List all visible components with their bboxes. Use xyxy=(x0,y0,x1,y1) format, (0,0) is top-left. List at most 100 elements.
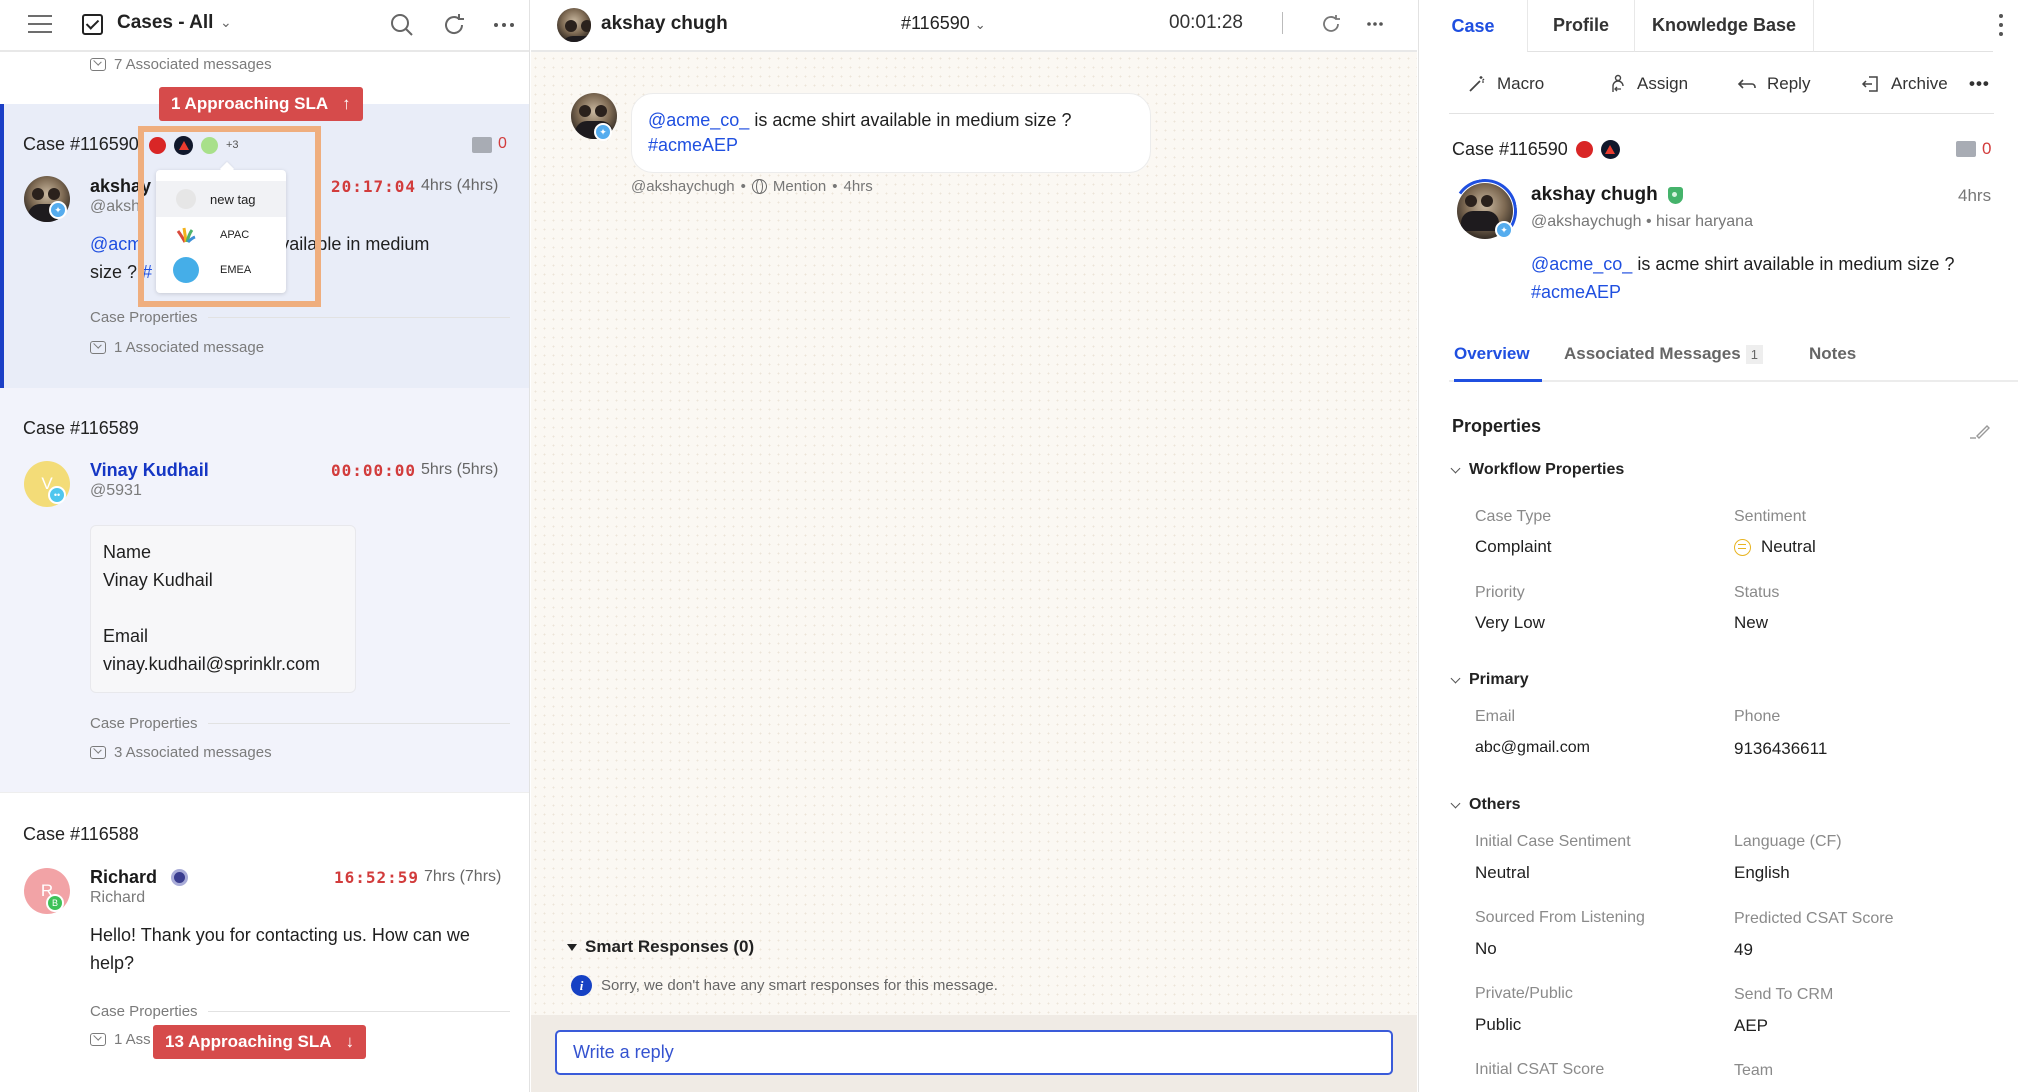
group-primary[interactable]: Primary xyxy=(1450,671,1529,689)
field-value-status[interactable]: New xyxy=(1734,613,1768,633)
case-properties[interactable]: Case Properties xyxy=(90,309,510,326)
kebab-menu-icon[interactable] xyxy=(1999,14,2005,38)
case-id: Case #116590 xyxy=(1452,139,1568,159)
reply-input[interactable] xyxy=(555,1030,1393,1075)
tab-knowledge-base[interactable]: Knowledge Base xyxy=(1634,0,1813,52)
assign-button[interactable]: Assign xyxy=(1609,70,1688,98)
macro-button[interactable]: Macro xyxy=(1467,70,1544,98)
count-badge: 1 xyxy=(1745,345,1763,364)
customer-name[interactable]: Vinay Kudhail xyxy=(90,460,209,481)
details-tabs: Case Profile Knowledge Base xyxy=(1419,0,2018,52)
associated-messages-text: 3 Associated messages xyxy=(114,744,272,761)
case-list-title[interactable]: Cases - All xyxy=(117,12,213,34)
group-others[interactable]: Others xyxy=(1450,796,1521,814)
more-tags-count[interactable]: +3 xyxy=(226,139,239,151)
refresh-icon[interactable] xyxy=(440,11,468,39)
field-value-phone[interactable]: 9136436611 xyxy=(1734,739,1827,759)
app-root: Cases - All ⌄ 7 Associated messages Case… xyxy=(0,0,2018,1092)
sla-timer: 20:17:04 xyxy=(331,177,417,196)
archive-button[interactable]: Archive xyxy=(1861,70,1948,98)
chevron-down-icon xyxy=(1450,673,1461,683)
associated-messages-link[interactable]: 3 Associated messages xyxy=(90,744,272,761)
field-value-initial-case-sentiment[interactable]: Neutral xyxy=(1475,863,1530,883)
case-age: 7hrs (7hrs) xyxy=(424,868,502,885)
case-id: Case #116589 xyxy=(23,418,139,438)
case-properties-label: Case Properties xyxy=(90,1003,198,1020)
hashtag-link[interactable]: #acmeAEP xyxy=(1531,282,1621,302)
tab-overview[interactable]: Overview xyxy=(1454,344,1542,382)
field-value-priority[interactable]: Very Low xyxy=(1475,613,1545,633)
chevron-down-icon[interactable]: ⌄ xyxy=(220,14,232,31)
associated-messages-link[interactable]: 1 Associated message xyxy=(90,339,264,356)
tag-option-new-tag[interactable]: new tag xyxy=(156,181,286,217)
group-title: Others xyxy=(1469,796,1521,813)
red-tag-icon[interactable] xyxy=(1575,141,1593,158)
tag-color-icon xyxy=(173,257,199,283)
field-value-email[interactable]: abc@gmail.com xyxy=(1475,739,1590,757)
tag-option-apac[interactable]: APAC xyxy=(156,217,286,253)
associated-messages-link[interactable]: 7 Associated messages xyxy=(90,56,272,73)
tag-color-icon xyxy=(176,189,196,209)
more-icon[interactable] xyxy=(1363,12,1387,36)
more-actions-button[interactable]: ••• xyxy=(1969,70,1990,98)
associated-messages-text: 1 Associated message xyxy=(114,339,265,356)
stats-icon xyxy=(472,137,492,153)
sla-label: 13 Approaching SLA xyxy=(165,1032,332,1051)
magic-wand-icon xyxy=(1469,76,1485,92)
reply-button[interactable]: Reply xyxy=(1737,70,1810,98)
customer-name[interactable]: Richard xyxy=(90,867,157,888)
case-card[interactable]: Case #116589 V •• Vinay Kudhail @5931 00… xyxy=(0,388,529,792)
tag-label: new tag xyxy=(210,191,256,207)
field-value-case-type[interactable]: Complaint xyxy=(1475,537,1552,557)
search-icon[interactable] xyxy=(388,11,416,39)
conversation-panel: akshay chugh #116590 ⌄ 00:01:28 ✦ @acme_… xyxy=(531,0,1417,1092)
red-tag-icon[interactable] xyxy=(149,136,166,154)
field-label: Email xyxy=(1475,708,1516,725)
field-label: Initial CSAT Score xyxy=(1475,1061,1605,1078)
tab-profile[interactable]: Profile xyxy=(1527,0,1634,52)
checkbox-icon[interactable] xyxy=(82,14,103,35)
field-value-language[interactable]: English xyxy=(1734,863,1790,883)
more-icon[interactable] xyxy=(490,11,518,39)
field-value-predicted-csat[interactable]: 49 xyxy=(1734,940,1753,960)
tab-associated-messages[interactable]: Associated Messages 1 xyxy=(1564,344,1763,382)
profile-location: hisar haryana xyxy=(1656,213,1753,230)
field-value-sentiment[interactable]: Neutral xyxy=(1734,537,1816,557)
tab-notes[interactable]: Notes xyxy=(1809,344,1856,382)
tag-option-emea[interactable]: EMEA xyxy=(156,252,286,288)
mail-icon xyxy=(90,1033,106,1046)
approaching-sla-button-up[interactable]: 1 Approaching SLA ↑ xyxy=(159,87,363,121)
refresh-icon[interactable] xyxy=(1319,12,1343,36)
mention-link[interactable]: @acm xyxy=(90,234,142,254)
hashtag-link[interactable]: #acmeAEP xyxy=(648,135,738,155)
field-label: Sentiment xyxy=(1734,508,1807,525)
approaching-sla-button-down[interactable]: 13 Approaching SLA ↓ xyxy=(153,1025,367,1059)
group-workflow-properties[interactable]: Workflow Properties xyxy=(1450,461,1624,479)
arrow-up-icon: ↑ xyxy=(342,94,351,113)
mention-link[interactable]: @acme_co_ xyxy=(648,110,749,130)
adobe-tag-icon[interactable] xyxy=(1600,140,1620,159)
sentiment-value: Neutral xyxy=(1761,537,1816,556)
sla-timer: 00:00:00 xyxy=(331,461,417,480)
case-number-dropdown[interactable]: #116590 ⌄ xyxy=(901,13,986,34)
profile-handle: @akshaychugh xyxy=(1531,213,1642,230)
green-tag-icon[interactable] xyxy=(201,136,218,154)
adobe-tag-icon[interactable] xyxy=(174,135,193,155)
menu-icon[interactable] xyxy=(28,15,52,33)
case-properties[interactable]: Case Properties xyxy=(90,715,510,732)
mention-link[interactable]: @acme_co_ xyxy=(1531,254,1632,274)
case-properties[interactable]: Case Properties xyxy=(90,1003,510,1020)
tab-case[interactable]: Case xyxy=(1419,0,1527,52)
conversation-header: akshay chugh #116590 ⌄ 00:01:28 xyxy=(531,0,1417,52)
profile-name[interactable]: akshay chugh xyxy=(1531,184,1658,206)
associated-messages-link[interactable]: 1 Ass xyxy=(90,1031,151,1048)
assign-user-icon xyxy=(1612,74,1624,92)
field-value-sourced-from-listening[interactable]: No xyxy=(1475,939,1497,959)
caret-down-icon xyxy=(567,944,577,952)
field-value-private-public[interactable]: Public xyxy=(1475,1015,1521,1035)
edit-pencil-icon[interactable] xyxy=(1969,420,1991,440)
smart-responses-toggle[interactable]: Smart Responses (0) xyxy=(567,937,754,957)
associated-messages-text: 7 Associated messages xyxy=(114,56,272,73)
field-value-send-to-crm[interactable]: AEP xyxy=(1734,1016,1768,1036)
customer-name[interactable]: akshay chugh xyxy=(601,13,728,35)
